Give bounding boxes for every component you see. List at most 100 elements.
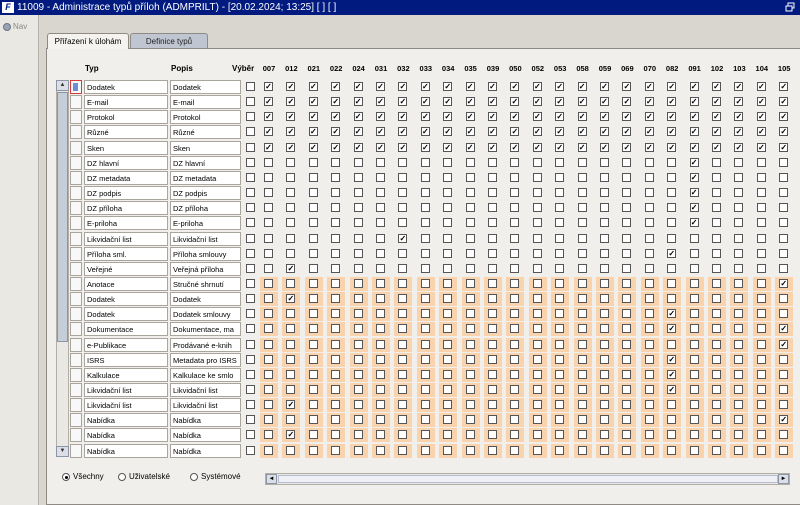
assignment-checkbox[interactable] xyxy=(600,249,609,258)
assignment-checkbox[interactable] xyxy=(443,294,453,303)
assignment-checkbox[interactable] xyxy=(756,385,766,394)
assignment-checkbox[interactable] xyxy=(667,446,677,455)
assignment-checkbox[interactable] xyxy=(667,218,677,227)
checkmark-icon[interactable]: ✓ xyxy=(622,82,632,91)
cell-typ[interactable]: Nabídka xyxy=(84,428,168,442)
assignment-checkbox[interactable] xyxy=(398,158,408,167)
assignment-checkbox[interactable] xyxy=(376,203,385,212)
assignment-checkbox[interactable] xyxy=(376,400,385,409)
assignment-checkbox[interactable] xyxy=(264,415,273,424)
assignment-checkbox[interactable] xyxy=(331,249,341,258)
assignment-checkbox[interactable] xyxy=(376,446,385,455)
restore-window-icon[interactable] xyxy=(785,2,795,12)
checkmark-icon[interactable]: ✓ xyxy=(353,82,363,91)
assignment-checkbox[interactable] xyxy=(779,430,789,439)
assignment-checkbox[interactable] xyxy=(443,279,453,288)
assignment-checkbox[interactable] xyxy=(689,340,699,349)
assignment-checkbox[interactable] xyxy=(465,249,475,258)
checkmark-icon[interactable]: ✓ xyxy=(644,127,654,136)
checkmark-icon[interactable]: ✓ xyxy=(779,143,789,152)
assignment-checkbox[interactable] xyxy=(555,158,565,167)
assignment-checkbox[interactable] xyxy=(734,203,744,212)
assignment-checkbox[interactable] xyxy=(756,309,766,318)
checkmark-icon[interactable]: ✓ xyxy=(667,127,677,136)
checkmark-icon[interactable]: ✓ xyxy=(779,112,789,121)
assignment-checkbox[interactable] xyxy=(622,309,632,318)
assignment-checkbox[interactable] xyxy=(264,173,273,182)
cell-popis[interactable]: E-priloha xyxy=(170,216,241,230)
checkmark-icon[interactable]: ✓ xyxy=(398,112,408,121)
assignment-checkbox[interactable] xyxy=(420,173,430,182)
assignment-checkbox[interactable] xyxy=(622,173,632,182)
row-selector[interactable] xyxy=(70,110,82,124)
assignment-checkbox[interactable] xyxy=(331,188,341,197)
scroll-left-icon[interactable]: ◄ xyxy=(266,474,277,484)
checkmark-icon[interactable]: ✓ xyxy=(667,112,677,121)
vyber-checkbox[interactable] xyxy=(246,279,255,288)
assignment-checkbox[interactable] xyxy=(600,355,609,364)
checkmark-icon[interactable]: ✓ xyxy=(689,82,699,91)
row-selector[interactable] xyxy=(70,398,82,412)
assignment-checkbox[interactable] xyxy=(286,203,296,212)
assignment-checkbox[interactable] xyxy=(465,173,475,182)
assignment-checkbox[interactable] xyxy=(488,218,497,227)
assignment-checkbox[interactable] xyxy=(600,188,609,197)
assignment-checkbox[interactable] xyxy=(622,415,632,424)
checkmark-icon[interactable]: ✓ xyxy=(756,143,766,152)
assignment-checkbox[interactable] xyxy=(286,446,296,455)
checkmark-icon[interactable]: ✓ xyxy=(734,112,744,121)
assignment-checkbox[interactable] xyxy=(510,385,520,394)
assignment-checkbox[interactable] xyxy=(577,340,587,349)
assignment-checkbox[interactable] xyxy=(331,173,341,182)
assignment-checkbox[interactable] xyxy=(622,203,632,212)
cell-typ[interactable]: DZ metadata xyxy=(84,171,168,185)
cell-popis[interactable]: Protokol xyxy=(170,110,241,124)
assignment-checkbox[interactable] xyxy=(308,415,318,424)
assignment-checkbox[interactable] xyxy=(353,188,363,197)
checkmark-icon[interactable]: ✓ xyxy=(712,82,721,91)
assignment-checkbox[interactable] xyxy=(398,173,408,182)
assignment-checkbox[interactable] xyxy=(398,385,408,394)
assignment-checkbox[interactable] xyxy=(622,188,632,197)
assignment-checkbox[interactable] xyxy=(376,294,385,303)
assignment-checkbox[interactable] xyxy=(779,264,789,273)
assignment-checkbox[interactable] xyxy=(376,234,385,243)
checkmark-icon[interactable]: ✓ xyxy=(555,82,565,91)
checkmark-icon[interactable]: ✓ xyxy=(488,127,497,136)
row-selector[interactable] xyxy=(70,171,82,185)
checkmark-icon[interactable]: ✓ xyxy=(689,127,699,136)
assignment-checkbox[interactable] xyxy=(734,158,744,167)
assignment-checkbox[interactable] xyxy=(465,400,475,409)
row-selector[interactable] xyxy=(70,322,82,336)
assignment-checkbox[interactable] xyxy=(286,218,296,227)
assignment-checkbox[interactable] xyxy=(264,355,273,364)
row-selector[interactable] xyxy=(70,262,82,276)
assignment-checkbox[interactable] xyxy=(398,218,408,227)
assignment-checkbox[interactable] xyxy=(353,234,363,243)
checkmark-icon[interactable]: ✓ xyxy=(286,264,296,273)
assignment-checkbox[interactable] xyxy=(331,415,341,424)
vyber-checkbox[interactable] xyxy=(246,249,255,258)
cell-popis[interactable]: Různé xyxy=(170,125,241,139)
assignment-checkbox[interactable] xyxy=(532,158,542,167)
assignment-checkbox[interactable] xyxy=(420,446,430,455)
assignment-checkbox[interactable] xyxy=(488,340,497,349)
assignment-checkbox[interactable] xyxy=(756,264,766,273)
assignment-checkbox[interactable] xyxy=(353,385,363,394)
assignment-checkbox[interactable] xyxy=(532,188,542,197)
checkmark-icon[interactable]: ✓ xyxy=(756,82,766,91)
assignment-checkbox[interactable] xyxy=(376,158,385,167)
assignment-checkbox[interactable] xyxy=(555,173,565,182)
assignment-checkbox[interactable] xyxy=(376,324,385,333)
assignment-checkbox[interactable] xyxy=(308,188,318,197)
assignment-checkbox[interactable] xyxy=(465,203,475,212)
assignment-checkbox[interactable] xyxy=(264,294,273,303)
scroll-down-icon[interactable]: ▼ xyxy=(56,446,69,457)
assignment-checkbox[interactable] xyxy=(532,203,542,212)
assignment-checkbox[interactable] xyxy=(779,173,789,182)
assignment-checkbox[interactable] xyxy=(465,385,475,394)
assignment-checkbox[interactable] xyxy=(644,294,654,303)
vyber-checkbox[interactable] xyxy=(246,370,255,379)
assignment-checkbox[interactable] xyxy=(420,385,430,394)
checkmark-icon[interactable]: ✓ xyxy=(644,112,654,121)
